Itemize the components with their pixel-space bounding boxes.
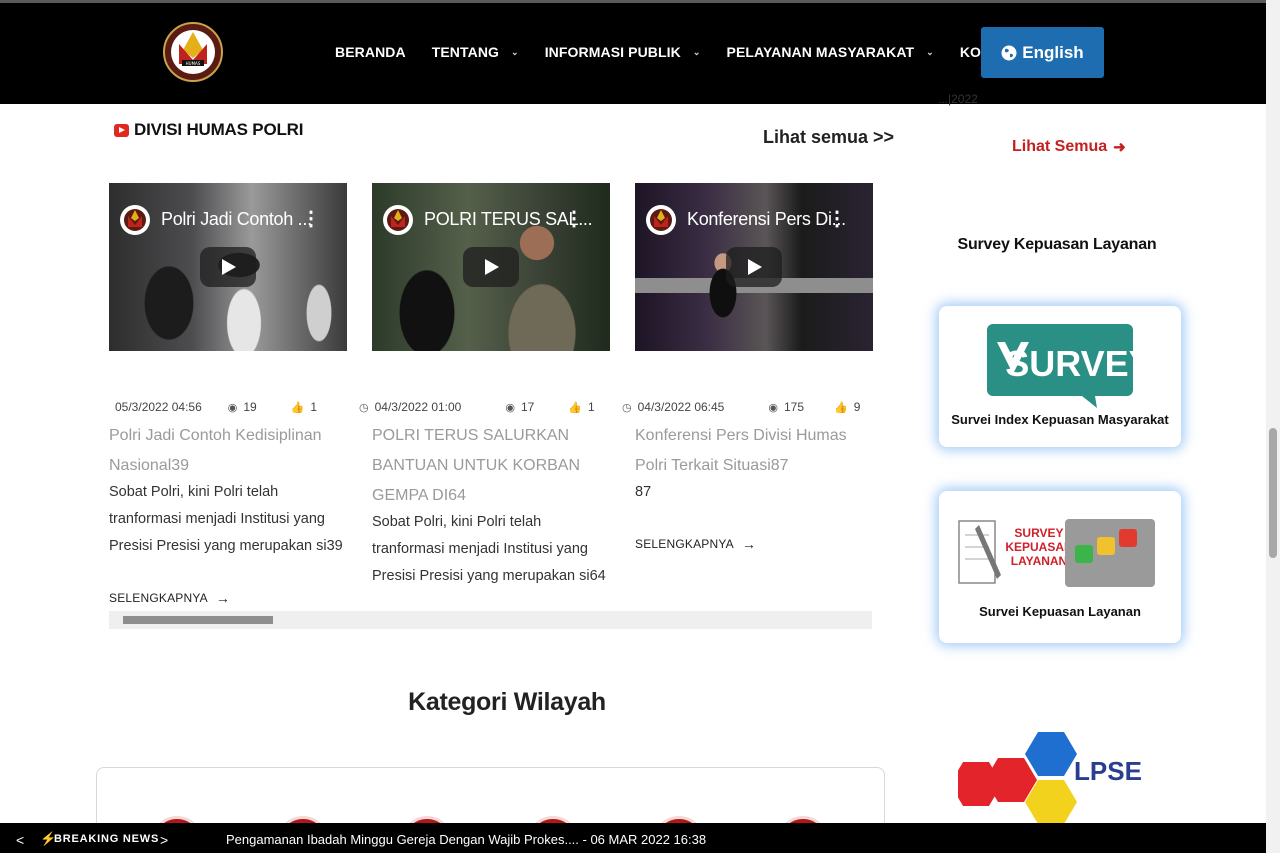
top-navbar: HUMAS BERANDA TENTANG ⌄ INFORMASI PUBLIK… bbox=[0, 0, 1266, 104]
nav-item-tentang[interactable]: TENTANG ⌄ bbox=[432, 44, 519, 60]
video-description: Sobat Polri, kini Polri telah tranformas… bbox=[109, 484, 343, 554]
chevron-down-icon: ⌄ bbox=[692, 46, 701, 57]
chevron-down-icon: ⌄ bbox=[926, 46, 934, 57]
survey-index-label: Survei Index Kepuasan Masyarakat bbox=[951, 412, 1169, 427]
play-icon[interactable] bbox=[200, 247, 256, 287]
clock-icon: ◷ bbox=[359, 401, 369, 414]
english-language-button[interactable]: English bbox=[981, 27, 1104, 78]
page-scroll-thumb[interactable] bbox=[1269, 428, 1277, 558]
nav-label: BERANDA bbox=[335, 44, 406, 60]
more-options-icon[interactable]: ⋮ bbox=[827, 209, 847, 229]
read-more-label: SELENGKAPNYA bbox=[109, 591, 208, 605]
survey-logo-text: SURVEY bbox=[1005, 343, 1133, 384]
main-menu: BERANDA TENTANG ⌄ INFORMASI PUBLIK ⌄ PEL… bbox=[335, 0, 1045, 104]
youtube-icon bbox=[114, 123, 129, 137]
video-title-link[interactable]: Polri Jadi Contoh Kedisiplinan Nasional3… bbox=[109, 421, 349, 481]
nav-item-informasi-publik[interactable]: INFORMASI PUBLIK ⌄ bbox=[545, 44, 701, 60]
channel-logo-icon bbox=[646, 205, 676, 235]
like-count: 1 bbox=[588, 400, 595, 414]
video-thumbnail[interactable]: Polri Jadi Contoh ... ⋮ bbox=[109, 183, 347, 351]
thumbs-up-icon: 👍 bbox=[290, 401, 305, 414]
view-count: 19 bbox=[243, 400, 257, 414]
video-thumb-title: Konferensi Pers Di... bbox=[687, 209, 846, 229]
read-more-link[interactable]: SELENGKAPNYA → bbox=[635, 536, 756, 552]
svg-text:SURVEY: SURVEY bbox=[1014, 526, 1063, 540]
video-thumbnail[interactable]: Konferensi Pers Di... ⋮ bbox=[635, 183, 873, 351]
svg-text:HUMAS: HUMAS bbox=[186, 61, 201, 66]
chevron-down-icon: ⌄ bbox=[511, 46, 519, 57]
survey-index-card[interactable]: SURVEY Survei Index Kepuasan Masyarakat bbox=[939, 306, 1181, 447]
like-count: 9 bbox=[853, 400, 861, 414]
more-options-icon[interactable]: ⋮ bbox=[301, 209, 321, 229]
arrow-right-icon: → bbox=[741, 536, 757, 552]
video-thumbnail[interactable]: POLRI TERUS SAL... ⋮ bbox=[372, 183, 610, 351]
post-date: 05/3/2022 04:56 bbox=[115, 400, 202, 414]
channel-logo-icon bbox=[383, 205, 413, 235]
carousel-scroll-thumb[interactable] bbox=[123, 616, 273, 624]
arrow-right-circle-icon: ➜ bbox=[1113, 139, 1126, 156]
lpse-text: LPSE bbox=[1074, 756, 1142, 786]
survey-kepuasan-label: Survei Kepuasan Layanan bbox=[979, 604, 1141, 619]
read-more-label: SELENGKAPNYA bbox=[635, 537, 734, 551]
video-meta: ◷ 04/3/2022 01:00 ◉ 17 👍 1 bbox=[359, 400, 595, 414]
breaking-news-label: BREAKING NEWS bbox=[54, 833, 160, 845]
video-title-link[interactable]: POLRI TERUS SALURKAN BANTUAN UNTUK KORBA… bbox=[372, 421, 612, 511]
video-meta: 05/3/2022 04:56 ◉ 19 👍 1 bbox=[115, 400, 317, 414]
view-count: 17 bbox=[520, 400, 535, 414]
post-date: 04/3/2022 06:45 bbox=[637, 400, 725, 414]
kategori-wilayah-heading: Kategori Wilayah bbox=[408, 688, 606, 716]
nav-item-pelayanan-masyarakat[interactable]: PELAYANAN MASYARAKAT ⌄ bbox=[727, 44, 934, 60]
view-count: 175 bbox=[783, 400, 804, 414]
eye-icon: ◉ bbox=[505, 401, 515, 414]
survey-kepuasan-card[interactable]: SURVEY KEPUASAN LAYANAN Survei Kepuasan … bbox=[939, 491, 1181, 643]
section-title: DIVISI HUMAS POLRI bbox=[114, 120, 303, 140]
eye-icon: ◉ bbox=[768, 401, 778, 414]
nav-item-beranda[interactable]: BERANDA bbox=[335, 44, 406, 60]
see-all-link[interactable]: Lihat semua >> bbox=[763, 127, 894, 148]
humas-polri-logo[interactable]: HUMAS bbox=[163, 14, 223, 90]
survey-kepuasan-logo: SURVEY KEPUASAN LAYANAN bbox=[958, 519, 1155, 587]
video-title-link[interactable]: Konferensi Pers Divisi Humas Polri Terka… bbox=[635, 421, 875, 481]
play-icon[interactable] bbox=[463, 247, 519, 287]
svg-text:LAYANAN: LAYANAN bbox=[1011, 554, 1067, 568]
globe-icon bbox=[1001, 45, 1017, 60]
nav-label: TENTANG bbox=[431, 44, 500, 60]
survey-heading: Survey Kepuasan Layanan bbox=[957, 236, 1157, 253]
carousel-scrollbar[interactable] bbox=[109, 611, 872, 629]
survey-logo: SURVEY bbox=[987, 324, 1133, 408]
sidebar-see-all-link[interactable]: Lihat Semua ➜ bbox=[1012, 138, 1126, 156]
channel-logo-icon bbox=[120, 205, 150, 235]
breaking-news-bar: < ⚡ BREAKING NEWS > Pengamanan Ibadah Mi… bbox=[0, 823, 1266, 853]
page-scrollbar[interactable] bbox=[1266, 0, 1280, 853]
sidebar-date-fragment: ...|2022 bbox=[938, 92, 978, 106]
eye-icon: ◉ bbox=[227, 401, 238, 414]
sidebar-see-all-label: Lihat Semua bbox=[1012, 138, 1108, 155]
arrow-right-icon: → bbox=[215, 590, 231, 606]
nav-label: INFORMASI PUBLIK bbox=[544, 44, 681, 60]
post-date: 04/3/2022 01:00 bbox=[374, 400, 462, 414]
english-label: English bbox=[1022, 42, 1084, 62]
nav-label: PELAYANAN MASYARAKAT bbox=[726, 44, 915, 60]
video-description: Sobat Polri, kini Polri telah tranformas… bbox=[372, 514, 606, 584]
like-count: 1 bbox=[310, 400, 318, 414]
lpse-logo[interactable]: LPSE bbox=[958, 728, 1150, 828]
video-thumb-title: Polri Jadi Contoh ... bbox=[161, 209, 312, 229]
svg-text:KEPUASAN: KEPUASAN bbox=[1005, 540, 1072, 554]
thumbs-up-icon: 👍 bbox=[568, 401, 583, 414]
more-options-icon[interactable]: ⋮ bbox=[564, 209, 584, 229]
section-title-text: DIVISI HUMAS POLRI bbox=[134, 120, 304, 139]
chevron-right-icon[interactable]: > bbox=[160, 832, 168, 848]
chevron-left-icon[interactable]: < bbox=[16, 832, 24, 848]
video-description: 87 bbox=[635, 484, 652, 500]
clock-icon: ◷ bbox=[622, 401, 632, 414]
play-icon[interactable] bbox=[726, 247, 782, 287]
read-more-link[interactable]: SELENGKAPNYA → bbox=[109, 590, 230, 606]
breaking-news-headline[interactable]: Pengamanan Ibadah Minggu Gereja Dengan W… bbox=[226, 832, 706, 847]
video-meta: ◷ 04/3/2022 06:45 ◉ 175 👍 9 bbox=[622, 400, 860, 414]
thumbs-up-icon: 👍 bbox=[834, 401, 848, 414]
